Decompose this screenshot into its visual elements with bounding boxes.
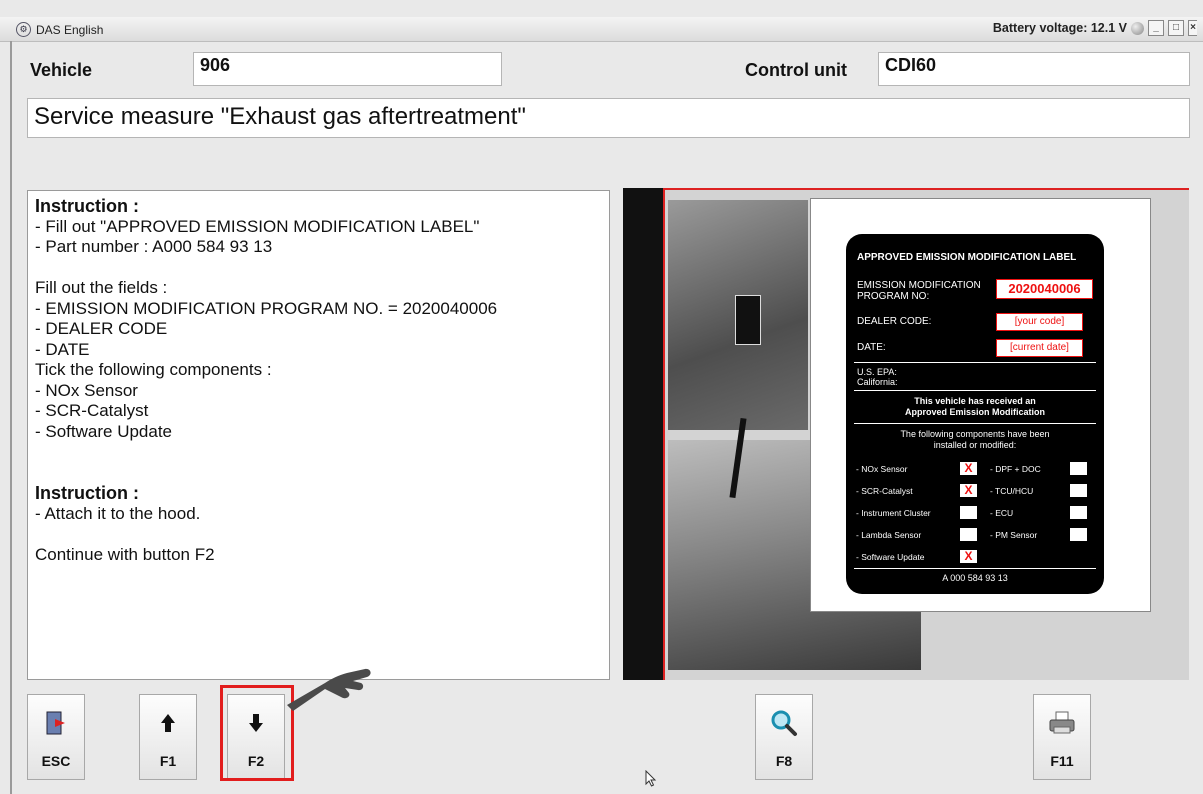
title-bar: ⚙ DAS English Battery voltage: 12.1 V _ … (0, 17, 1203, 42)
emission-label: APPROVED EMISSION MODIFICATION LABEL EMI… (846, 234, 1104, 594)
component-checkbox (1070, 528, 1087, 541)
component-item: - NOx Sensor (856, 464, 908, 474)
mouse-cursor-icon (645, 769, 657, 793)
component-item: - DPF + DOC (990, 464, 1041, 474)
instruction-line: - EMISSION MODIFICATION PROGRAM NO. = 20… (35, 298, 498, 318)
instruction-panel: Instruction : - Fill out "APPROVED EMISS… (27, 190, 610, 680)
instruction-line: Instruction : (35, 483, 139, 503)
label-part-number: A 000 584 93 13 (942, 573, 1008, 583)
instruction-line: - DEALER CODE (35, 319, 168, 338)
received-line-1: This vehicle has received an (914, 396, 1036, 406)
vehicle-label: Vehicle (30, 60, 93, 80)
window-frame (10, 41, 12, 794)
label-divider (854, 390, 1096, 391)
program-value: 2020040006 (996, 279, 1093, 299)
component-checkbox (1070, 484, 1087, 497)
california-label: California: (857, 377, 898, 387)
f11-button[interactable]: F11 (1033, 694, 1091, 780)
f8-button[interactable]: F8 (755, 694, 813, 780)
close-button[interactable]: × (1188, 20, 1197, 36)
instruction-line: - Attach it to the hood. (35, 503, 201, 523)
component-checkbox: X (960, 484, 977, 497)
f11-label: F11 (1050, 753, 1074, 769)
instruction-line: - SCR-Catalyst (35, 401, 149, 420)
image-red-line (663, 188, 665, 680)
service-measure-title: Service measure "Exhaust gas aftertreatm… (27, 98, 1190, 138)
component-checkbox (1070, 462, 1087, 475)
component-item: - ECU (990, 508, 1014, 518)
instruction-line: - Part number : A000 584 93 13 (35, 237, 273, 256)
minimize-button[interactable]: _ (1148, 20, 1164, 36)
battery-voltage: Battery voltage: 12.1 V (992, 21, 1127, 35)
instruction-line (35, 463, 602, 484)
label-title: APPROVED EMISSION MODIFICATION LABEL (857, 252, 1077, 263)
program-label: EMISSION MODIFICATION PROGRAM NO: (857, 280, 981, 302)
dealer-label: DEALER CODE: (857, 316, 932, 327)
instruction-line: - DATE (35, 339, 90, 359)
f1-label: F1 (159, 753, 177, 769)
date-label: DATE: (857, 342, 886, 353)
component-checkbox: X (960, 550, 977, 563)
component-checkbox (960, 506, 977, 519)
control-unit-label: Control unit (745, 60, 847, 80)
instruction-line: Continue with button F2 (35, 544, 215, 564)
dealer-value: [your code] (996, 313, 1083, 331)
instruction-line: - Fill out "APPROVED EMISSION MODIFICATI… (35, 216, 480, 236)
components-line-2: installed or modified: (933, 440, 1017, 450)
window-title: DAS English (36, 22, 104, 37)
f1-button[interactable]: F1 (139, 694, 197, 780)
label-location-marker (735, 295, 761, 345)
exit-door-icon (28, 709, 84, 737)
magnifier-icon (756, 709, 812, 737)
component-item: - Software Update (856, 552, 925, 562)
printer-icon (1034, 709, 1090, 737)
label-divider (854, 362, 1096, 363)
date-value: [current date] (996, 339, 1083, 357)
instruction-line: - NOx Sensor (35, 380, 138, 400)
control-unit-field: CDI60 (878, 52, 1190, 86)
hood-closeup-photo (668, 200, 808, 430)
arrow-up-icon (140, 709, 196, 737)
component-item: - PM Sensor (990, 530, 1038, 540)
illustration-panel: APPROVED EMISSION MODIFICATION LABEL EMI… (623, 188, 1189, 680)
instruction-line: Fill out the fields : (35, 278, 168, 297)
maximize-button[interactable]: □ (1168, 20, 1184, 36)
image-border (623, 188, 663, 680)
das-logo-icon: ⚙ (16, 22, 31, 37)
label-divider (854, 568, 1096, 569)
instruction-line: Tick the following components : (35, 360, 272, 379)
vehicle-field: 906 (193, 52, 502, 86)
component-checkbox (1070, 506, 1087, 519)
esc-label: ESC (41, 753, 71, 769)
component-item: - TCU/HCU (990, 486, 1034, 496)
instruction-line (35, 258, 602, 279)
instruction-line: Instruction : (35, 196, 139, 216)
emission-label-card: APPROVED EMISSION MODIFICATION LABEL EMI… (810, 198, 1151, 612)
label-divider (854, 423, 1096, 424)
component-checkbox: X (960, 462, 977, 475)
image-red-line (663, 188, 1189, 190)
battery-status-icon (1131, 21, 1144, 35)
components-line-1: The following components have been (900, 429, 1050, 439)
instruction-line (35, 524, 602, 545)
received-line-2: Approved Emission Modification (904, 407, 1045, 417)
instruction-line: - Software Update (35, 421, 173, 441)
instruction-line (35, 442, 602, 463)
component-item: - Instrument Cluster (856, 508, 931, 518)
component-item: - SCR-Catalyst (856, 486, 913, 496)
esc-button[interactable]: ESC (27, 694, 85, 780)
component-checkbox (960, 528, 977, 541)
component-item: - Lambda Sensor (856, 530, 922, 540)
f8-label: F8 (775, 753, 793, 769)
pointing-hand-icon (265, 657, 375, 722)
